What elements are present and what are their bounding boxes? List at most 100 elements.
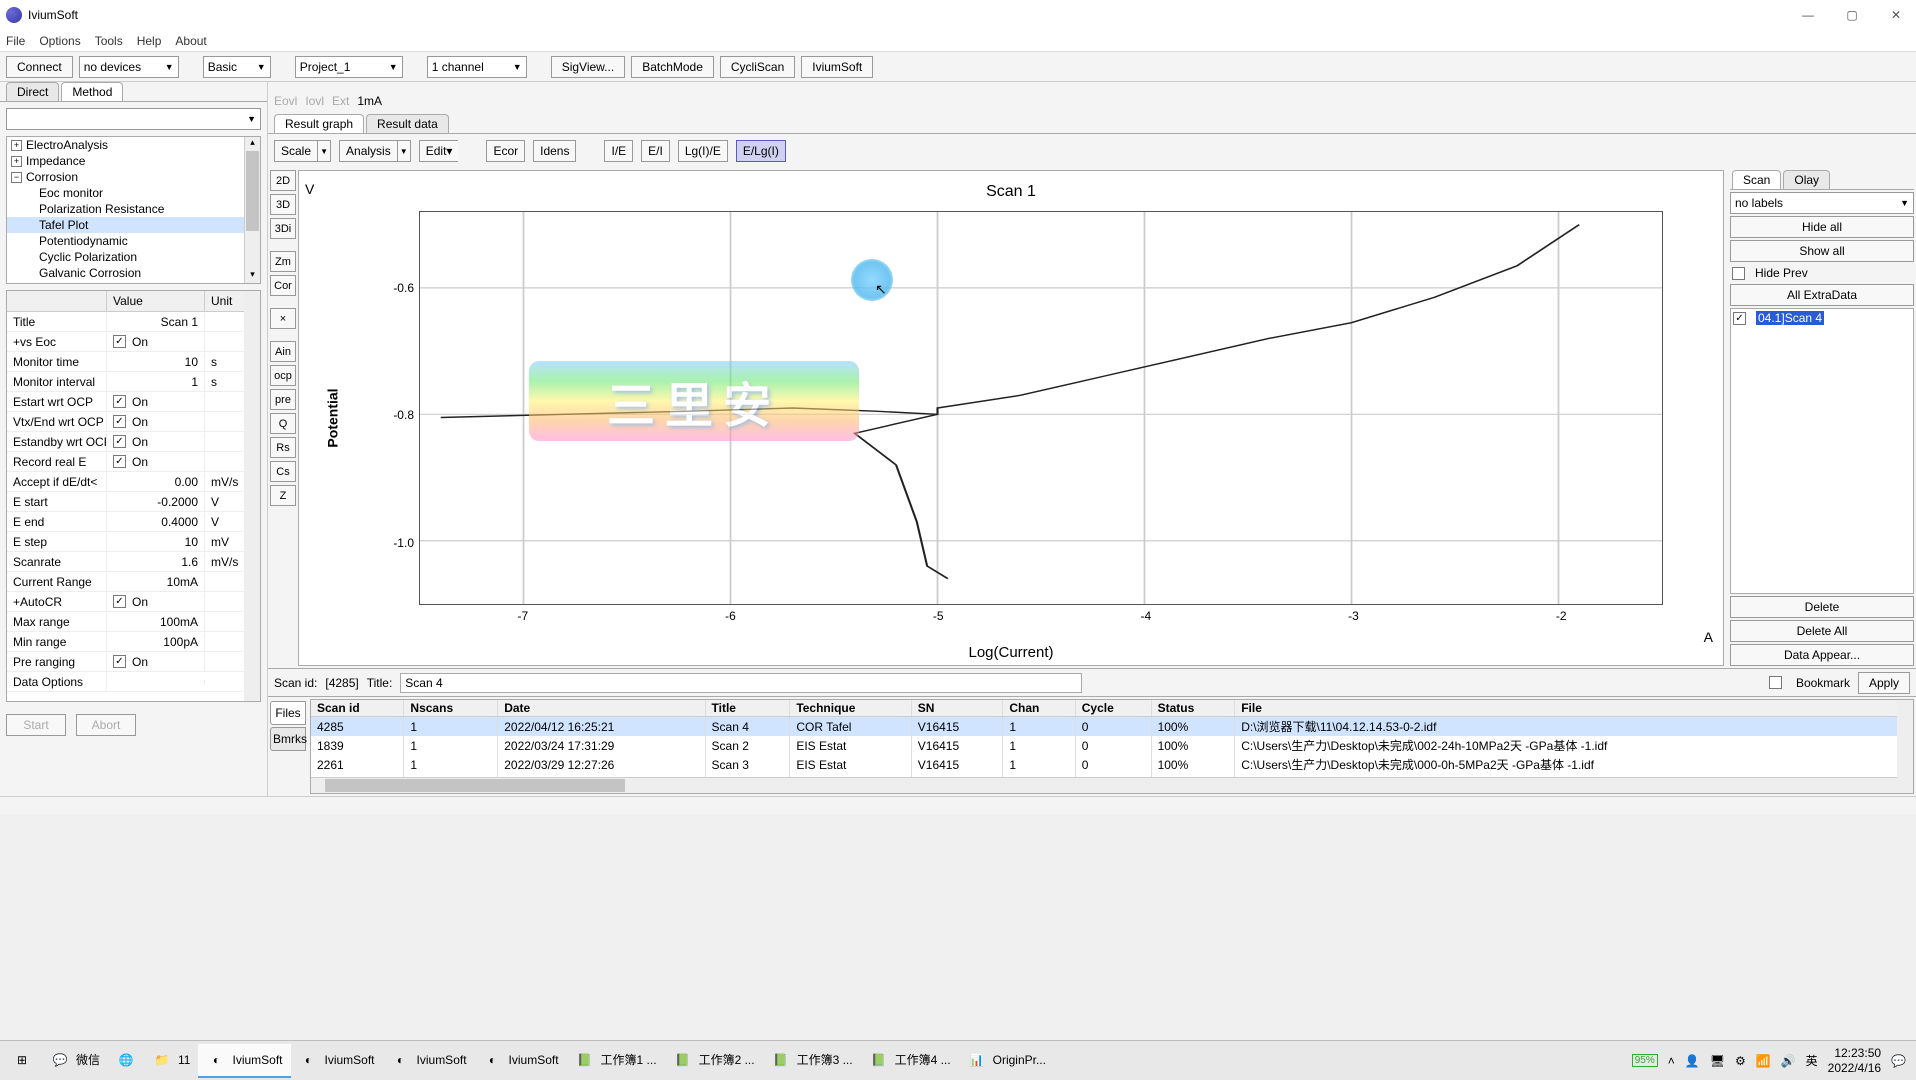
prop-row[interactable]: Data Options — [7, 672, 260, 692]
notification-icon[interactable]: 💬 — [1891, 1054, 1906, 1068]
tree-node[interactable]: ElectroAnalysis — [26, 138, 108, 152]
scan-list[interactable]: ✓ 04.1]Scan 4 — [1730, 308, 1914, 594]
chart-mode-cor[interactable]: Cor — [270, 275, 296, 296]
prop-row[interactable]: Estart wrt OCP✓On — [7, 392, 260, 412]
scan-item[interactable]: 04.1]Scan 4 — [1756, 311, 1824, 325]
iviumsoft-button[interactable]: IviumSoft — [801, 56, 873, 78]
tree-child[interactable]: Polarization Resistance — [7, 201, 260, 217]
chart-mode-cs[interactable]: Cs — [270, 461, 296, 482]
delete-button[interactable]: Delete — [1730, 596, 1914, 618]
start-button[interactable]: Start — [6, 714, 66, 736]
taskbar-item[interactable]: 🌐 — [108, 1044, 144, 1078]
tree-child[interactable]: Potentiodynamic — [7, 233, 260, 249]
collapse-icon[interactable]: − — [11, 172, 22, 183]
start-menu[interactable]: ⊞ — [4, 1044, 40, 1078]
taskbar-item[interactable]: ◐IviumSoft — [383, 1044, 475, 1078]
checkbox[interactable]: ✓ — [113, 335, 126, 348]
chart-canvas[interactable]: V Scan 1 Potential Log(Current) A 三里安 ↖ … — [298, 170, 1724, 666]
hide-all-button[interactable]: Hide all — [1730, 216, 1914, 238]
idens-button[interactable]: Idens — [533, 140, 576, 162]
taskbar-item[interactable]: 📗工作簿4 ... — [861, 1044, 959, 1078]
prop-row[interactable]: TitleScan 1 — [7, 312, 260, 332]
edit-button[interactable]: Edit ▾ — [419, 140, 459, 162]
tray-volume-icon[interactable]: 🔊 — [1781, 1054, 1796, 1068]
checkbox[interactable]: ✓ — [113, 655, 126, 668]
tray-people-icon[interactable]: 👤 — [1685, 1054, 1700, 1068]
tab-files[interactable]: Files — [270, 701, 306, 725]
prop-row[interactable]: E end0.4000V — [7, 512, 260, 532]
expand-icon[interactable]: + — [11, 140, 22, 151]
devices-combo[interactable]: no devices▼ — [79, 56, 179, 78]
taskbar-item[interactable]: 📁11 — [144, 1044, 198, 1078]
analysis-button[interactable]: Analysis▼ — [339, 140, 411, 162]
chart-mode-zm[interactable]: Zm — [270, 251, 296, 272]
prop-row[interactable]: Current Range10mA — [7, 572, 260, 592]
apply-button[interactable]: Apply — [1858, 672, 1910, 694]
tree-child[interactable]: Tafel Plot — [7, 217, 260, 233]
menu-help[interactable]: Help — [137, 34, 162, 48]
method-combo[interactable]: ▼ — [6, 108, 261, 130]
ei-button[interactable]: E/I — [641, 140, 670, 162]
tree-child[interactable]: Cyclic Polarization — [7, 249, 260, 265]
menu-tools[interactable]: Tools — [95, 34, 123, 48]
batchmode-button[interactable]: BatchMode — [631, 56, 714, 78]
project-combo[interactable]: Project_1▼ — [295, 56, 403, 78]
menu-about[interactable]: About — [175, 34, 206, 48]
scan-item-checkbox[interactable]: ✓ — [1733, 312, 1746, 325]
taskbar-item[interactable]: 💬微信 — [42, 1044, 108, 1078]
tab-result-data[interactable]: Result data — [366, 114, 449, 133]
taskbar-item[interactable]: 📗工作簿1 ... — [567, 1044, 665, 1078]
chart-mode-rs[interactable]: Rs — [270, 437, 296, 458]
bookmark-checkbox[interactable] — [1769, 676, 1782, 689]
tab-olay[interactable]: Olay — [1783, 170, 1830, 189]
checkbox[interactable]: ✓ — [113, 435, 126, 448]
prop-row[interactable]: Estandby wrt OCP✓On — [7, 432, 260, 452]
tab-bmrks[interactable]: Bmrks — [270, 727, 306, 751]
chart-mode-ain[interactable]: Ain — [270, 341, 296, 362]
tray-wifi-icon[interactable]: 📶 — [1756, 1054, 1771, 1068]
prop-row[interactable]: Scanrate1.6mV/s — [7, 552, 260, 572]
prop-row[interactable]: Max range100mA — [7, 612, 260, 632]
hide-prev-checkbox[interactable] — [1732, 267, 1745, 280]
scrollbar[interactable] — [244, 291, 260, 701]
prop-row[interactable]: Monitor time10s — [7, 352, 260, 372]
battery-indicator[interactable]: 95% — [1632, 1054, 1658, 1067]
taskbar-item[interactable]: 📗工作簿2 ... — [665, 1044, 763, 1078]
ie-button[interactable]: I/E — [604, 140, 633, 162]
table-row[interactable]: 183912022/03/24 17:31:29Scan 2EIS EstatV… — [311, 736, 1913, 755]
table-row[interactable]: 428512022/04/12 16:25:21Scan 4COR TafelV… — [311, 717, 1913, 737]
tab-result-graph[interactable]: Result graph — [274, 114, 364, 133]
taskbar-item[interactable]: 📊OriginPr... — [959, 1044, 1054, 1078]
ecor-button[interactable]: Ecor — [486, 140, 525, 162]
tree-child[interactable]: Galvanic Corrosion — [7, 265, 260, 281]
channel-combo[interactable]: 1 channel▼ — [427, 56, 527, 78]
taskbar-item[interactable]: ◐IviumSoft — [475, 1044, 567, 1078]
lgie-button[interactable]: Lg(I)/E — [678, 140, 728, 162]
elgi-button[interactable]: E/Lg(I) — [736, 140, 786, 162]
ime-indicator[interactable]: 英 — [1806, 1052, 1818, 1069]
expand-icon[interactable]: + — [11, 156, 22, 167]
tab-iovl[interactable]: Iovl — [305, 94, 324, 108]
tray-gear-icon[interactable]: ⚙ — [1735, 1054, 1746, 1068]
connect-button[interactable]: Connect — [6, 56, 73, 78]
checkbox[interactable]: ✓ — [113, 415, 126, 428]
menu-options[interactable]: Options — [39, 34, 80, 48]
show-all-button[interactable]: Show all — [1730, 240, 1914, 262]
minimize-button[interactable]: — — [1794, 5, 1822, 25]
scale-button[interactable]: Scale▼ — [274, 140, 331, 162]
chart-mode-ocp[interactable]: ocp — [270, 365, 296, 386]
prop-row[interactable]: Min range100pA — [7, 632, 260, 652]
chart-mode-2d[interactable]: 2D — [270, 170, 296, 191]
table-row[interactable]: 226112022/03/29 12:27:26Scan 3EIS EstatV… — [311, 755, 1913, 774]
chart-mode-pre[interactable]: pre — [270, 389, 296, 410]
prop-row[interactable]: E start-0.2000V — [7, 492, 260, 512]
tree-child[interactable]: Corrosion Rate Monitor — [7, 281, 260, 284]
v-scrollbar[interactable] — [1897, 700, 1913, 793]
tree-node[interactable]: Corrosion — [26, 170, 78, 184]
prop-row[interactable]: Accept if dE/dt<0.00mV/s — [7, 472, 260, 492]
checkbox[interactable]: ✓ — [113, 455, 126, 468]
chart-mode-z[interactable]: Z — [270, 485, 296, 506]
menu-file[interactable]: File — [6, 34, 25, 48]
close-button[interactable]: ✕ — [1882, 5, 1910, 25]
chart-mode-×[interactable]: × — [270, 308, 296, 329]
